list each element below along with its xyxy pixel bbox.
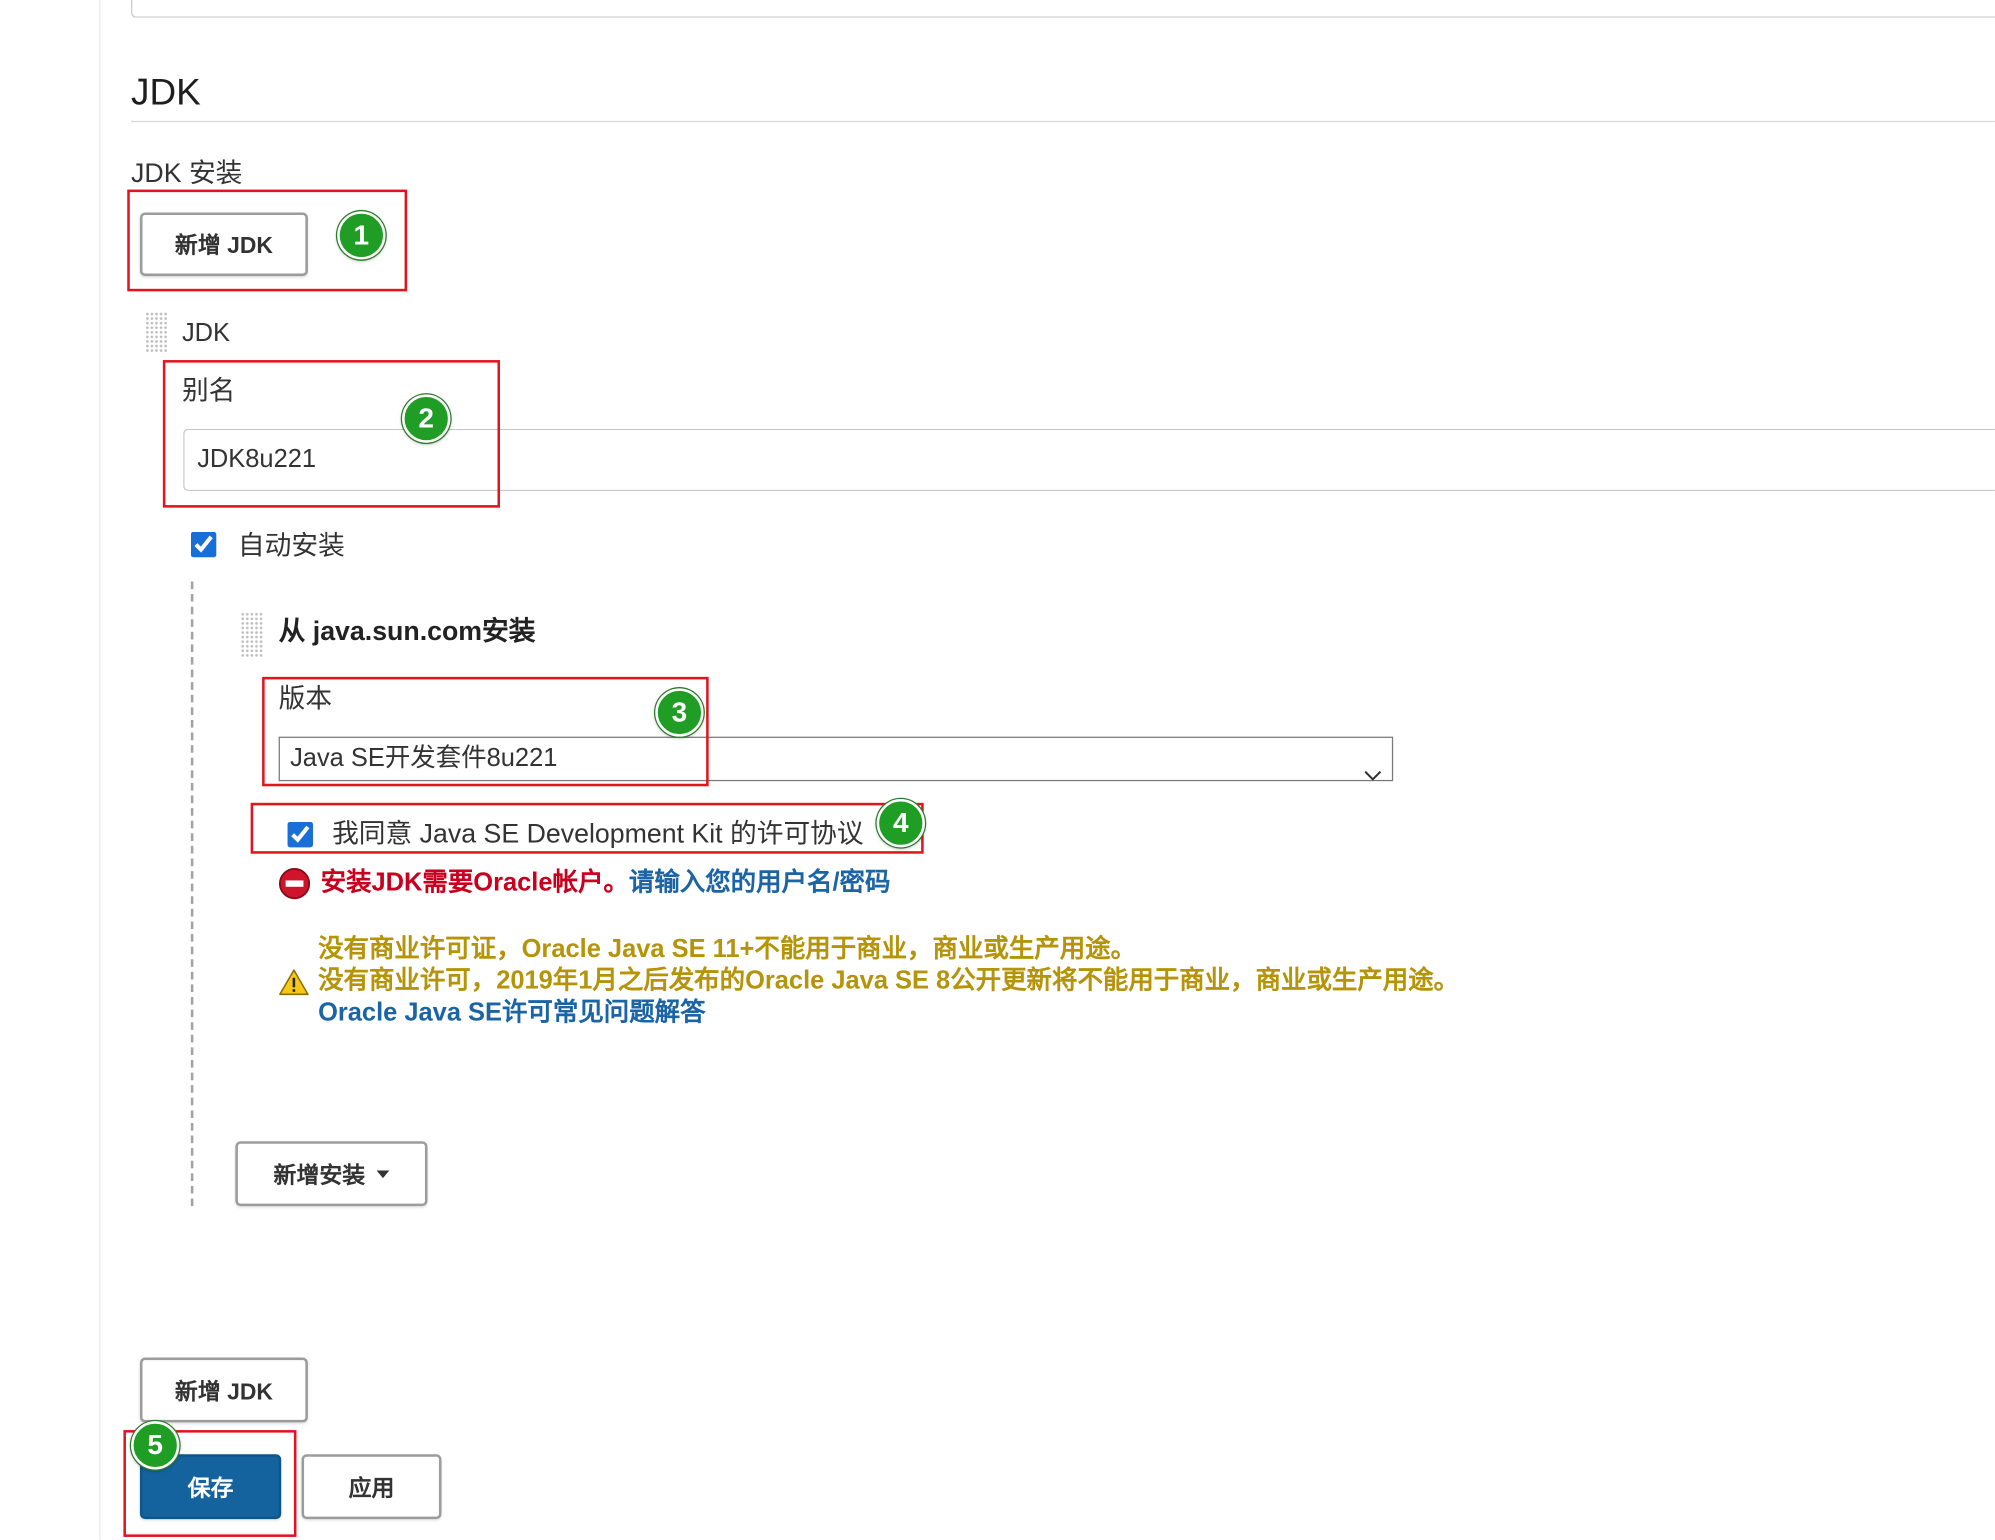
jdk-item-title: JDK xyxy=(181,319,231,348)
add-jdk-bottom-button-label: 新增 JDK xyxy=(174,1378,273,1404)
apply-button-label: 应用 xyxy=(348,1475,395,1501)
step-marker-2: 2 xyxy=(402,394,451,443)
step-marker-4: 4 xyxy=(876,799,925,848)
add-jdk-button-label: 新增 JDK xyxy=(174,232,273,259)
alias-input[interactable] xyxy=(183,428,1995,492)
caret-down-icon xyxy=(376,1170,390,1179)
step-marker-5: 5 xyxy=(131,1421,180,1470)
apply-button[interactable]: 应用 xyxy=(301,1454,442,1520)
previous-section-field[interactable] xyxy=(131,0,1995,18)
installer-title: 从 java.sun.com安装 xyxy=(278,617,536,647)
section-divider xyxy=(131,120,1995,123)
installer-drag-handle-icon[interactable] xyxy=(240,611,264,658)
version-select-value: Java SE开发套件8u221 xyxy=(290,744,558,773)
installer-group-border xyxy=(190,581,194,1207)
add-jdk-bottom-button[interactable]: 新增 JDK xyxy=(139,1357,308,1423)
section-title: JDK xyxy=(131,72,201,114)
add-jdk-button[interactable]: 新增 JDK xyxy=(139,212,308,277)
license-warning: 没有商业许可证，Oracle Java SE 11+不能用于商业，商业或生产用途… xyxy=(318,934,1459,1029)
drag-handle-icon[interactable] xyxy=(145,311,168,353)
jdk-config-page: JDK JDK 安装 新增 JDK 1 JDK 别名 2 自动安装 从 java… xyxy=(0,0,1995,1540)
jdk-install-label: JDK 安装 xyxy=(131,159,243,189)
auto-install-label: 自动安装 xyxy=(237,531,345,562)
save-button-label: 保存 xyxy=(187,1475,234,1501)
left-border xyxy=(99,0,101,1540)
step-marker-1: 1 xyxy=(337,211,386,260)
license-agree-label: 我同意 Java SE Development Kit 的许可协议 xyxy=(332,819,864,849)
enter-credentials-link[interactable]: 请输入您的用户名/密码 xyxy=(629,869,891,897)
oracle-account-error: 安装JDK需要Oracle帐户。请输入您的用户名/密码 xyxy=(321,865,891,901)
version-label: 版本 xyxy=(278,684,333,714)
chevron-down-icon xyxy=(1364,753,1382,781)
license-agree-checkbox[interactable] xyxy=(287,821,313,848)
warning-line-2: 没有商业许可，2019年1月之后发布的Oracle Java SE 8公开更新将… xyxy=(318,966,1460,995)
warning-triangle-icon xyxy=(279,968,310,996)
license-faq-link[interactable]: Oracle Java SE许可常见问题解答 xyxy=(318,997,1459,1029)
warning-line-1: 没有商业许可证，Oracle Java SE 11+不能用于商业，商业或生产用途… xyxy=(318,935,1137,964)
error-circle-icon xyxy=(278,868,311,900)
error-message: 安装JDK需要Oracle帐户。 xyxy=(320,868,629,897)
alias-label: 别名 xyxy=(181,376,236,406)
auto-install-checkbox[interactable] xyxy=(190,531,217,558)
step-marker-3: 3 xyxy=(655,688,704,737)
add-installer-button-label: 新增安装 xyxy=(273,1162,366,1188)
add-installer-button[interactable]: 新增安装 xyxy=(235,1141,428,1207)
version-select[interactable]: Java SE开发套件8u221 xyxy=(278,736,1394,782)
